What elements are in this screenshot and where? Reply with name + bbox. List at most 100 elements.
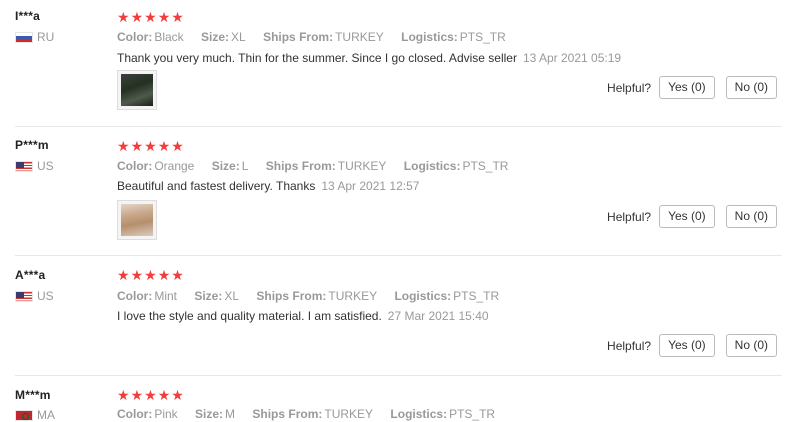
usa-flag-icon bbox=[15, 160, 33, 172]
ships-from-label: Ships From: bbox=[252, 407, 323, 421]
ships-from-value: TURKEY bbox=[335, 30, 384, 44]
country-code: MA bbox=[37, 408, 55, 422]
review-divider bbox=[15, 375, 782, 376]
star-icon: ★ bbox=[171, 387, 185, 403]
reviewer-name: M***m bbox=[15, 388, 51, 402]
product-attributes: Color: Mint Size: XL Ships From: TURKEY Log… bbox=[117, 289, 513, 303]
color-label: Color: bbox=[117, 159, 153, 173]
logistics-value: PTS_TR bbox=[449, 407, 496, 421]
review-divider bbox=[15, 126, 782, 127]
star-icon: ★ bbox=[157, 387, 172, 403]
helpful-yes-button[interactable]: Yes (0) bbox=[659, 334, 715, 357]
logistics-label: Logistics: bbox=[394, 289, 452, 303]
ships-from-label: Ships From: bbox=[265, 159, 336, 173]
review-photo-thumbnail[interactable] bbox=[117, 200, 157, 240]
review-date: 27 Mar 2021 15:40 bbox=[387, 309, 489, 323]
helpful-vote: Helpful? Yes (0) No (0) bbox=[607, 205, 777, 228]
color-label: Color: bbox=[117, 407, 153, 421]
star-icon: ★ bbox=[144, 267, 158, 283]
color-value: Orange bbox=[154, 159, 195, 173]
star-icon: ★ bbox=[130, 9, 145, 25]
star-icon: ★ bbox=[171, 9, 185, 25]
size-label: Size: bbox=[195, 407, 224, 421]
color-value: Pink bbox=[154, 407, 178, 421]
star-icon: ★ bbox=[157, 138, 172, 154]
star-rating: ★★★★★ bbox=[117, 139, 185, 153]
reviewer-country: US bbox=[15, 289, 54, 303]
size-value: M bbox=[225, 407, 236, 421]
logistics-label: Logistics: bbox=[390, 407, 448, 421]
helpful-label: Helpful? bbox=[607, 209, 652, 224]
helpful-no-button[interactable]: No (0) bbox=[725, 205, 777, 228]
morocco-flag-icon bbox=[15, 409, 33, 421]
star-icon: ★ bbox=[157, 9, 172, 25]
color-value: Black bbox=[154, 30, 184, 44]
helpful-label: Helpful? bbox=[607, 338, 652, 353]
helpful-yes-button[interactable]: Yes (0) bbox=[659, 205, 715, 228]
size-value: XL bbox=[231, 30, 246, 44]
color-value: Mint bbox=[154, 289, 177, 303]
star-icon: ★ bbox=[117, 138, 131, 154]
size-label: Size: bbox=[201, 30, 230, 44]
helpful-vote: Helpful? Yes (0) No (0) bbox=[607, 76, 777, 99]
helpful-no-button[interactable]: No (0) bbox=[725, 76, 777, 99]
star-rating: ★★★★★ bbox=[117, 268, 185, 282]
color-label: Color: bbox=[117, 30, 153, 44]
reviewer-country: RU bbox=[15, 30, 54, 44]
star-icon: ★ bbox=[117, 267, 131, 283]
logistics-label: Logistics: bbox=[401, 30, 458, 44]
logistics-value: PTS_TR bbox=[462, 159, 509, 173]
review-body: Thank you very much. Thin for the summer… bbox=[117, 51, 517, 65]
review-text: Thank you very much. Thin for the summer… bbox=[117, 51, 621, 65]
reviewer-country: MA bbox=[15, 408, 55, 422]
review-divider bbox=[15, 255, 782, 256]
ships-from-value: TURKEY bbox=[328, 289, 378, 303]
star-icon: ★ bbox=[171, 267, 185, 283]
usa-flag-icon bbox=[15, 290, 33, 302]
star-icon: ★ bbox=[144, 9, 158, 25]
helpful-yes-button[interactable]: Yes (0) bbox=[659, 76, 715, 99]
size-label: Size: bbox=[211, 159, 240, 173]
logistics-value: PTS_TR bbox=[453, 289, 500, 303]
country-code: US bbox=[37, 159, 54, 173]
logistics-value: PTS_TR bbox=[459, 30, 506, 44]
helpful-no-button[interactable]: No (0) bbox=[725, 334, 777, 357]
star-icon: ★ bbox=[117, 9, 131, 25]
star-icon: ★ bbox=[171, 138, 185, 154]
helpful-label: Helpful? bbox=[607, 80, 652, 95]
product-attributes: Color: Orange Size: L Ships From: TURKEY Lo… bbox=[117, 159, 522, 173]
star-icon: ★ bbox=[130, 387, 145, 403]
review-body: Beautiful and fastest delivery. Thanks bbox=[117, 179, 316, 193]
review-date: 13 Apr 2021 12:57 bbox=[321, 179, 420, 193]
product-attributes: Color: Pink Size: M Ships From: TURKEY Logi… bbox=[117, 407, 509, 421]
reviewer-name: I***a bbox=[15, 9, 41, 23]
star-icon: ★ bbox=[130, 267, 145, 283]
review-text: Beautiful and fastest delivery. Thanks 13… bbox=[117, 179, 419, 193]
helpful-vote: Helpful? Yes (0) No (0) bbox=[607, 334, 777, 357]
star-icon: ★ bbox=[117, 387, 131, 403]
review-text: I love the style and quality material. I… bbox=[117, 309, 489, 323]
star-icon: ★ bbox=[144, 138, 158, 154]
ships-from-label: Ships From: bbox=[263, 30, 334, 44]
size-value: XL bbox=[224, 289, 240, 303]
star-icon: ★ bbox=[130, 138, 145, 154]
review-photo-image bbox=[121, 74, 153, 106]
size-value: L bbox=[241, 159, 249, 173]
review-photo-thumbnail[interactable] bbox=[117, 70, 157, 110]
color-label: Color: bbox=[117, 289, 153, 303]
russia-flag-icon bbox=[15, 31, 33, 43]
review-body: I love the style and quality material. I… bbox=[117, 309, 382, 323]
ships-from-value: TURKEY bbox=[337, 159, 387, 173]
country-code: US bbox=[37, 289, 54, 303]
star-icon: ★ bbox=[144, 387, 158, 403]
ships-from-label: Ships From: bbox=[256, 289, 327, 303]
review-date: 13 Apr 2021 05:19 bbox=[522, 51, 622, 65]
size-label: Size: bbox=[194, 289, 223, 303]
ships-from-value: TURKEY bbox=[324, 407, 374, 421]
reviewer-name: P***m bbox=[15, 138, 49, 152]
logistics-label: Logistics: bbox=[403, 159, 461, 173]
reviewer-name: A***a bbox=[15, 268, 46, 282]
review-photo-image bbox=[121, 204, 153, 236]
reviewer-country: US bbox=[15, 159, 54, 173]
product-attributes: Color: Black Size: XL Ships From: TURKEY Lo… bbox=[117, 30, 520, 44]
